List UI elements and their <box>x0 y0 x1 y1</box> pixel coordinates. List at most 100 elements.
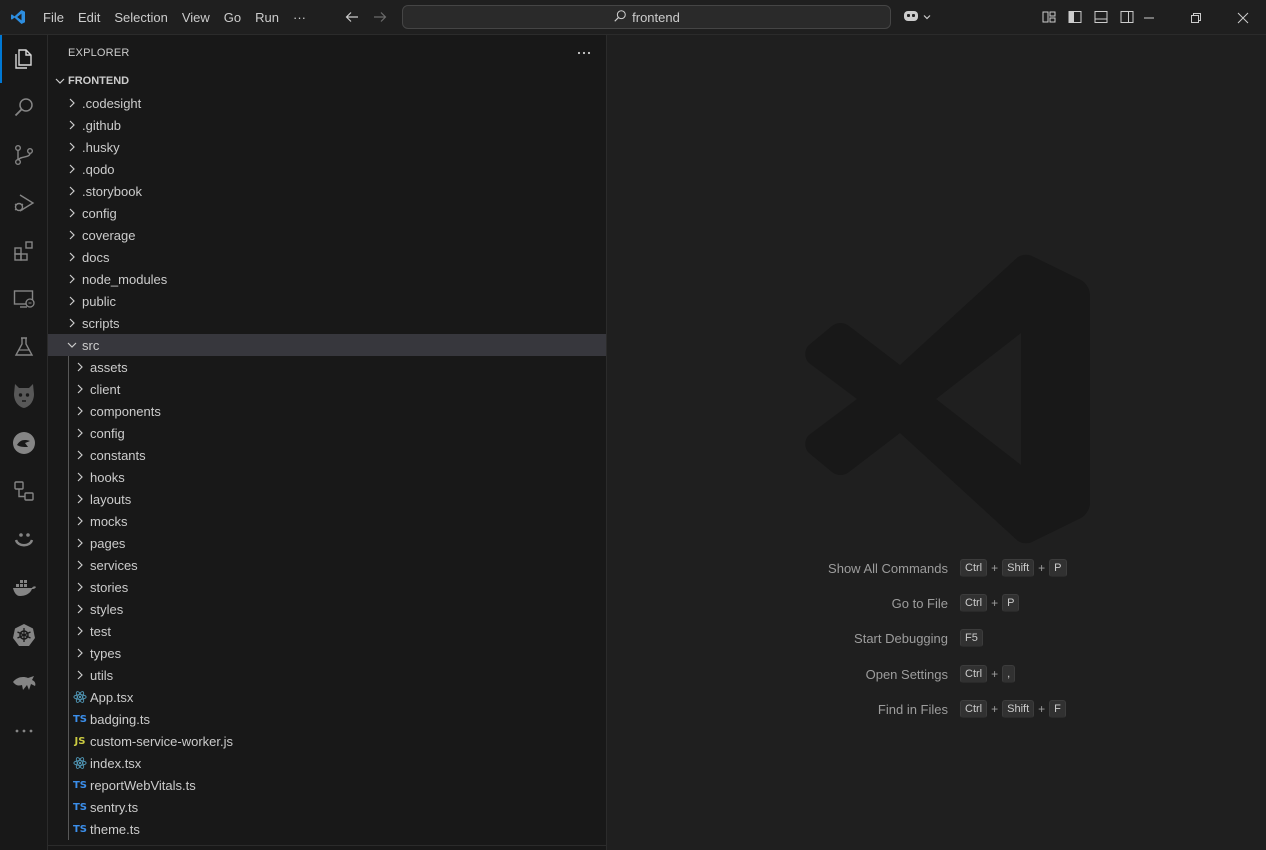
more-icon[interactable] <box>0 707 48 755</box>
forward-arrow-icon[interactable] <box>369 6 391 28</box>
tree-item-label: reportWebVitals.ts <box>90 777 196 793</box>
tree-folder-dot-qodo[interactable]: .qodo <box>48 158 606 180</box>
docker-icon[interactable] <box>0 563 48 611</box>
tree-folder-assets[interactable]: assets <box>48 356 606 378</box>
menu-view[interactable]: View <box>175 0 217 35</box>
activity-bar <box>0 35 48 850</box>
menu-run[interactable]: Run <box>248 0 286 35</box>
command-center-search[interactable]: frontend <box>402 5 891 29</box>
gitlens-icon[interactable] <box>0 419 48 467</box>
customize-layout-icon[interactable] <box>1040 8 1058 26</box>
tree-item-label: App.tsx <box>90 689 134 705</box>
kubernetes-icon[interactable] <box>0 611 48 659</box>
chevron-right-icon <box>72 645 88 661</box>
tree-folder-styles[interactable]: styles <box>48 598 606 620</box>
menu-edit[interactable]: Edit <box>71 0 107 35</box>
tree-item-label: client <box>90 381 121 397</box>
smiley-icon[interactable] <box>0 515 48 563</box>
keybinding-key: P <box>1002 594 1020 612</box>
tree-folder-types[interactable]: types <box>48 642 606 664</box>
remote-explorer-icon[interactable] <box>0 275 48 323</box>
tree-folder-docs[interactable]: docs <box>48 246 606 268</box>
source-control-icon[interactable] <box>0 131 48 179</box>
vscode-logo-icon[interactable] <box>0 0 36 35</box>
js-file-icon: JS <box>74 735 86 747</box>
dragon-icon[interactable] <box>0 659 48 707</box>
tree-folder-layouts[interactable]: layouts <box>48 488 606 510</box>
tree-folder-pages[interactable]: pages <box>48 532 606 554</box>
tree-folder-utils[interactable]: utils <box>48 664 606 686</box>
tree-folder-components[interactable]: components <box>48 400 606 422</box>
tree-file[interactable]: TS sentry.ts <box>48 796 606 818</box>
tree-folder-client[interactable]: client <box>48 378 606 400</box>
diagram-icon[interactable] <box>0 467 48 515</box>
extensions-icon[interactable] <box>0 227 48 275</box>
snyk-icon[interactable] <box>0 371 48 419</box>
tree-item-label: .husky <box>82 139 120 155</box>
tree-folder-public[interactable]: public <box>48 290 606 312</box>
copilot-button[interactable] <box>902 7 932 28</box>
chevron-right-icon <box>72 447 88 463</box>
restore-icon[interactable] <box>1172 0 1219 35</box>
menu-selection[interactable]: Selection <box>107 0 174 35</box>
menu-more[interactable]: ··· <box>286 0 313 35</box>
tree-item-label: styles <box>90 601 124 617</box>
vscode-watermark-icon <box>804 253 1090 548</box>
chevron-right-icon <box>64 249 80 265</box>
back-arrow-icon[interactable] <box>341 6 363 28</box>
toggle-panel-icon[interactable] <box>1092 8 1110 26</box>
tree-folder-test[interactable]: test <box>48 620 606 642</box>
tree-folder-scripts[interactable]: scripts <box>48 312 606 334</box>
tree-item-label: public <box>82 293 116 309</box>
chevron-right-icon <box>72 601 88 617</box>
file-tree: .codesight .github .husky .qodo .storybook co… <box>48 92 606 840</box>
search-icon[interactable] <box>0 83 48 131</box>
run-debug-icon[interactable] <box>0 179 48 227</box>
tree-folder-node-modules[interactable]: node_modules <box>48 268 606 290</box>
tree-file[interactable]: TS theme.ts <box>48 818 606 840</box>
tree-folder-mocks[interactable]: mocks <box>48 510 606 532</box>
tree-folder-coverage[interactable]: coverage <box>48 224 606 246</box>
tree-folder-config[interactable]: config <box>48 202 606 224</box>
chevron-right-icon <box>64 139 80 155</box>
ts-file-icon: TS <box>72 801 88 813</box>
tree-folder-config[interactable]: config <box>48 422 606 444</box>
title-bar: File Edit Selection View Go Run ··· frontend <box>0 0 1266 35</box>
tree-folder-dot-storybook[interactable]: .storybook <box>48 180 606 202</box>
tree-folder-src[interactable]: src <box>48 334 606 356</box>
explorer-icon[interactable] <box>0 35 48 83</box>
tree-item-label: mocks <box>90 513 128 529</box>
tree-folder-services[interactable]: services <box>48 554 606 576</box>
tree-file[interactable]: JS custom-service-worker.js <box>48 730 606 752</box>
menu-file[interactable]: File <box>36 0 71 35</box>
shortcut-row: Show All Commands Ctrl + Shift + P <box>608 558 1266 578</box>
workspace-section-header[interactable]: FRONTEND <box>48 70 606 92</box>
tree-folder-dot-codesight[interactable]: .codesight <box>48 92 606 114</box>
tree-folder-hooks[interactable]: hooks <box>48 466 606 488</box>
chevron-right-icon <box>72 425 88 441</box>
chevron-right-icon <box>72 535 88 551</box>
tree-folder-dot-husky[interactable]: .husky <box>48 136 606 158</box>
minimize-icon[interactable] <box>1125 0 1172 35</box>
tree-file[interactable]: index.tsx <box>48 752 606 774</box>
tree-file[interactable]: TS reportWebVitals.ts <box>48 774 606 796</box>
chevron-right-icon <box>72 381 88 397</box>
toggle-primary-sidebar-icon[interactable] <box>1066 8 1084 26</box>
tree-file[interactable]: App.tsx <box>48 686 606 708</box>
ts-file-icon: TS <box>72 823 88 835</box>
keybinding-key: F5 <box>960 629 983 647</box>
tree-folder-stories[interactable]: stories <box>48 576 606 598</box>
more-actions-icon[interactable] <box>574 43 594 63</box>
tree-item-label: assets <box>90 359 128 375</box>
ts-file-icon: TS <box>72 779 88 791</box>
plus-sign: + <box>991 561 999 575</box>
menu-go[interactable]: Go <box>217 0 248 35</box>
keybinding-key: P <box>1049 559 1067 577</box>
chevron-right-icon <box>64 227 80 243</box>
testing-icon[interactable] <box>0 323 48 371</box>
tree-file[interactable]: TS badging.ts <box>48 708 606 730</box>
command-center-text: frontend <box>632 9 680 25</box>
tree-folder-dot-github[interactable]: .github <box>48 114 606 136</box>
tree-folder-constants[interactable]: constants <box>48 444 606 466</box>
close-icon[interactable] <box>1219 0 1266 35</box>
